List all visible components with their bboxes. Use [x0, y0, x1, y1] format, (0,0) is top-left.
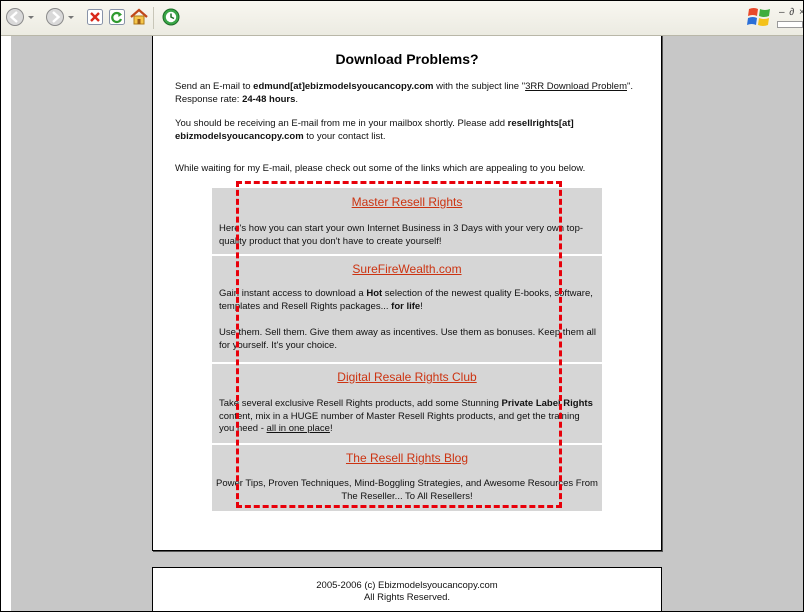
browser-window: – ∂ × Download Problems? Send an E-mail … — [0, 0, 804, 612]
forward-icon[interactable] — [45, 7, 65, 27]
browser-toolbar: – ∂ × — [1, 1, 803, 36]
subject-link[interactable]: 3RR Download Problem — [525, 81, 627, 92]
desc-all-in-one-place[interactable]: all in one place — [267, 423, 330, 434]
page-title: Download Problems? — [335, 51, 479, 67]
whitelist-text: to your contact list. — [303, 130, 386, 142]
link-surefirewealth[interactable]: SureFireWealth.com — [212, 262, 602, 276]
footer-rights: All Rights Reserved. — [363, 592, 451, 603]
section-surefirewealth: SureFireWealth.com Gain instant access t… — [212, 256, 602, 364]
section-digital-resale-rights-club: Digital Resale Rights Club Take several … — [212, 364, 602, 445]
contact-text: with the subject line " — [433, 81, 526, 92]
links-box: Master Resell Rights Here's how you can … — [212, 188, 602, 511]
contact-email: edmund[at]ebizmodelsyoucancopy.com — [253, 81, 434, 92]
intro-paragraph: While waiting for my E-mail, please chec… — [175, 163, 586, 174]
desc-text: ! — [329, 423, 333, 434]
desc-text: Gain instant access to download a — [219, 288, 367, 299]
forward-dropdown-icon[interactable] — [67, 13, 75, 21]
toolbar-separator — [153, 7, 154, 29]
contact-text: Send an E-mail to — [175, 81, 254, 92]
section-master-resell-rights: Master Resell Rights Here's how you can … — [212, 188, 602, 256]
main-content-panel: Download Problems? Send an E-mail to edm… — [152, 36, 662, 551]
link-resell-rights-blog[interactable]: The Resell Rights Blog — [212, 451, 602, 465]
content-viewport: Download Problems? Send an E-mail to edm… — [11, 36, 803, 611]
desc-private-label-rights: Private Label Rights — [501, 398, 593, 409]
section-description: Gain instant access to download a Hot se… — [219, 288, 597, 313]
windows-logo-icon — [747, 8, 770, 26]
contact-paragraph: Send an E-mail to edmund[at]ebizmodelsyo… — [175, 81, 645, 106]
link-master-resell-rights[interactable]: Master Resell Rights — [212, 195, 602, 209]
contact-text: . — [295, 93, 299, 105]
footer-panel: 2005-2006 (c) Ebizmodelsyoucancopy.com A… — [152, 567, 662, 611]
section-description: Power Tips, Proven Techniques, Mind-Bogg… — [216, 478, 598, 502]
back-dropdown-icon[interactable] — [27, 13, 35, 21]
desc-text: Take several exclusive Resell Rights pro… — [219, 398, 502, 409]
window-mini-bar — [777, 21, 803, 28]
footer-copyright: 2005-2006 (c) Ebizmodelsyoucancopy.com — [316, 580, 498, 591]
desc-for-life: for life — [391, 300, 421, 312]
whitelist-text: You should be receiving an E-mail from m… — [175, 118, 508, 129]
desc-text: ! — [420, 300, 423, 312]
history-icon[interactable] — [161, 7, 181, 27]
stop-icon[interactable] — [85, 7, 105, 27]
section-resell-rights-blog: The Resell Rights Blog Power Tips, Prove… — [212, 445, 602, 511]
whitelist-paragraph: You should be receiving an E-mail from m… — [175, 118, 645, 143]
home-icon[interactable] — [129, 7, 149, 27]
refresh-icon[interactable] — [107, 7, 127, 27]
link-digital-resale-rights-club[interactable]: Digital Resale Rights Club — [212, 370, 602, 384]
section-description: Here's how you can start your own Intern… — [219, 223, 584, 247]
response-rate: 24-48 hours — [242, 93, 296, 105]
back-icon[interactable] — [5, 7, 25, 27]
desc-hot: Hot — [366, 288, 383, 299]
section-description: Take several exclusive Resell Rights pro… — [219, 398, 597, 436]
section-description-2: Use them. Sell them. Give them away as i… — [219, 327, 597, 351]
window-controls[interactable]: – ∂ × — [779, 7, 803, 18]
